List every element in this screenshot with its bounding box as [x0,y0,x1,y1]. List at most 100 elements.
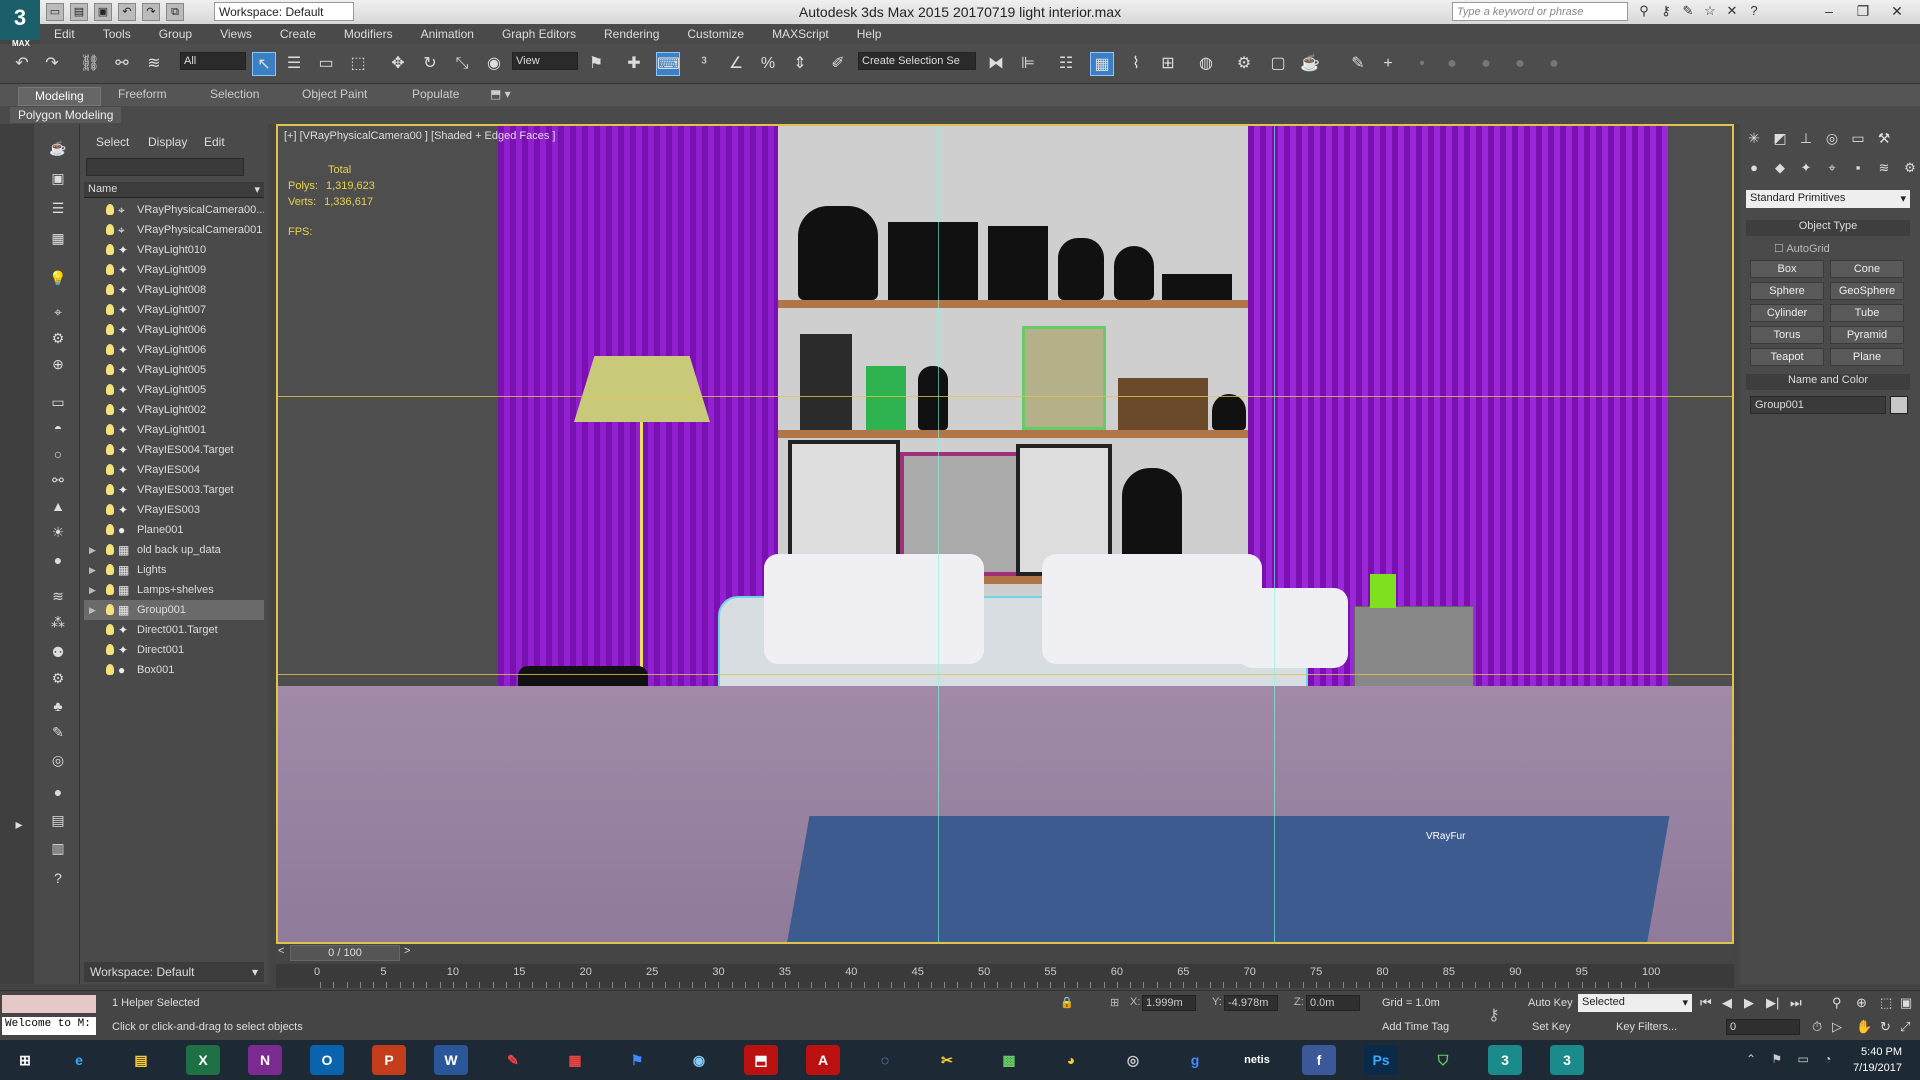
acrobat-icon[interactable]: ⬒ [744,1045,778,1075]
unlink-icon[interactable]: ⚯ [110,52,134,76]
close-icon[interactable]: ✕ [1880,0,1914,22]
lights-icon[interactable]: ✦ [1796,160,1816,178]
zoom-extents-icon[interactable]: ⬚ [1880,995,1892,1011]
network-app-icon[interactable]: ◌ [868,1045,902,1075]
menu-display[interactable]: Display [148,135,187,149]
cone-icon[interactable]: ▲ [47,498,69,518]
key-mode-dropdown[interactable]: Selected ▾ [1578,994,1692,1012]
tube-button[interactable]: Tube [1830,304,1904,322]
restore-icon[interactable]: ❐ [1846,0,1880,22]
keyboard-shortcut-toggle-icon[interactable]: ⌨ [656,52,680,76]
excel-icon[interactable]: X [186,1045,220,1075]
scene-object-row[interactable]: ✦ VRayLight005 [84,380,264,400]
binoculars-icon[interactable]: ⚲ [1636,3,1652,19]
box-button[interactable]: Box [1750,260,1824,278]
visibility-bulb-icon[interactable] [106,324,114,335]
y-coordinate-field[interactable]: -4.978m [1224,995,1278,1011]
time-prev-icon[interactable]: < [278,945,284,957]
time-slider[interactable]: < 0 / 100 > [276,944,1734,962]
scene-object-row[interactable]: ✦ VRayLight007 [84,300,264,320]
scene-object-row[interactable]: ● Plane001 [84,520,264,540]
outlook-icon[interactable]: O [310,1045,344,1075]
x-coordinate-field[interactable]: 1.999m [1142,995,1196,1011]
next-frame-icon[interactable]: ▶| [1766,995,1779,1011]
white-sphere-icon[interactable]: ● [47,784,69,804]
snaps-toggle-icon[interactable]: ³ [692,52,716,76]
expand-arrow-icon[interactable]: ▶ [89,560,96,580]
scene-object-row[interactable]: ▶ ▦ old back up_data [84,540,264,560]
scene-object-row[interactable]: ⌖ VRayPhysicalCamera001 [84,220,264,240]
visibility-bulb-icon[interactable] [106,524,114,535]
3dsmax-active-task-icon[interactable]: 3 [1550,1045,1584,1075]
scene-object-row[interactable]: ✦ VRayIES003.Target [84,480,264,500]
reference-coordinate-dropdown[interactable]: View [512,52,578,70]
shapes-icon[interactable]: ◆ [1770,160,1790,178]
list-view-icon[interactable]: ☰ [47,200,69,220]
visibility-bulb-icon[interactable] [106,284,114,295]
scene-object-row[interactable]: ▶ ▦ Lights [84,560,264,580]
track-bar[interactable]: 0 5 10 15 20 25 30 35 40 45 50 55 60 65 70 75 80 85 90 95 10… [276,964,1734,988]
zoom-icon[interactable]: ⚲ [1832,995,1842,1011]
previous-frame-icon[interactable]: ◀ [1722,995,1732,1011]
internet-explorer-icon[interactable]: e [62,1045,96,1075]
windows-start-icon[interactable]: ⊞ [8,1045,42,1075]
gear-icon[interactable]: ⚙ [47,670,69,690]
visibility-bulb-icon[interactable] [106,344,114,355]
sun-icon[interactable]: ☀ [47,524,69,544]
table-view-icon[interactable]: ▦ [47,230,69,250]
create-tab-icon[interactable]: ✳ [1744,130,1764,150]
go-to-start-icon[interactable]: ⏮ [1700,995,1712,1011]
spinner-snap-icon[interactable]: ⇕ [788,52,812,76]
facebook-icon[interactable]: f [1302,1045,1336,1075]
ribbon-options-icon[interactable]: ⬒ ▾ [490,87,511,101]
orbit-icon[interactable]: ↻ [1880,1019,1891,1035]
scene-object-row[interactable]: ✦ VRayLight002 [84,400,264,420]
scene-object-row[interactable]: ✦ VRayLight010 [84,240,264,260]
globe-icon[interactable]: ● [47,552,69,572]
menu-group[interactable]: Group [145,27,206,41]
align-icon[interactable]: ⊫ [1016,52,1040,76]
taskbar-clock[interactable]: 5:40 PM 7/19/2017 [1832,1044,1902,1076]
scene-explorer-icon[interactable]: ▦ [1090,52,1114,76]
display-tab-icon[interactable]: ▭ [1848,130,1868,150]
primitive-type-dropdown[interactable]: Standard Primitives ▾ [1746,190,1910,208]
tab-populate[interactable]: Populate [412,87,459,101]
visibility-bulb-icon[interactable] [106,604,114,615]
polygon-modeling-panel[interactable]: Polygon Modeling [10,107,122,123]
utilities-tab-icon[interactable]: ⚒ [1874,130,1894,150]
object-color-swatch[interactable] [1890,396,1908,414]
teapot-icon[interactable]: ☕ [47,140,69,160]
mirror-icon[interactable]: ⧓ [984,52,1008,76]
print-icon[interactable]: ▥ [47,840,69,860]
visibility-bulb-icon[interactable] [106,244,114,255]
light-bulb-icon[interactable]: 💡 [47,270,69,290]
visibility-bulb-icon[interactable] [106,584,114,595]
rectangular-selection-icon[interactable]: ▭ [314,52,338,76]
wrench-icon[interactable]: ✎ [1680,3,1696,19]
find-input[interactable] [86,158,244,176]
particle-icon[interactable]: ⁂ [47,614,69,634]
expand-arrow-icon[interactable]: ▶ [89,580,96,600]
tab-modeling[interactable]: Modeling [18,87,101,106]
media-player-icon[interactable]: ◎ [1116,1045,1150,1075]
help-icon[interactable]: ? [1746,3,1762,19]
expand-arrow-icon[interactable]: ▶ [89,540,96,560]
pan-icon[interactable]: ✋ [1856,1019,1872,1035]
visibility-bulb-icon[interactable] [106,644,114,655]
maxscript-listener-output[interactable] [2,995,96,1013]
key-icon[interactable]: ⚷ [1658,3,1674,19]
render-setup-icon[interactable]: ⚙ [1232,52,1256,76]
sync-app-icon[interactable]: ◉ [682,1045,716,1075]
pivot-icon[interactable]: ⚑ [584,52,608,76]
manipulate-icon[interactable]: ✚ [622,52,646,76]
rotate-icon[interactable]: ↻ [418,52,442,76]
auto-key-button[interactable]: Auto Key [1528,997,1573,1009]
move-icon[interactable]: ✥ [386,52,410,76]
visibility-bulb-icon[interactable] [106,204,114,215]
presentation-icon[interactable]: ▦ [558,1045,592,1075]
paint-app-icon[interactable]: ▩ [992,1045,1026,1075]
camera-icon[interactable]: ⌖ [47,304,69,324]
plant-icon[interactable]: ♣ [47,698,69,718]
visibility-bulb-icon[interactable] [106,564,114,575]
time-next-icon[interactable]: > [404,945,410,957]
